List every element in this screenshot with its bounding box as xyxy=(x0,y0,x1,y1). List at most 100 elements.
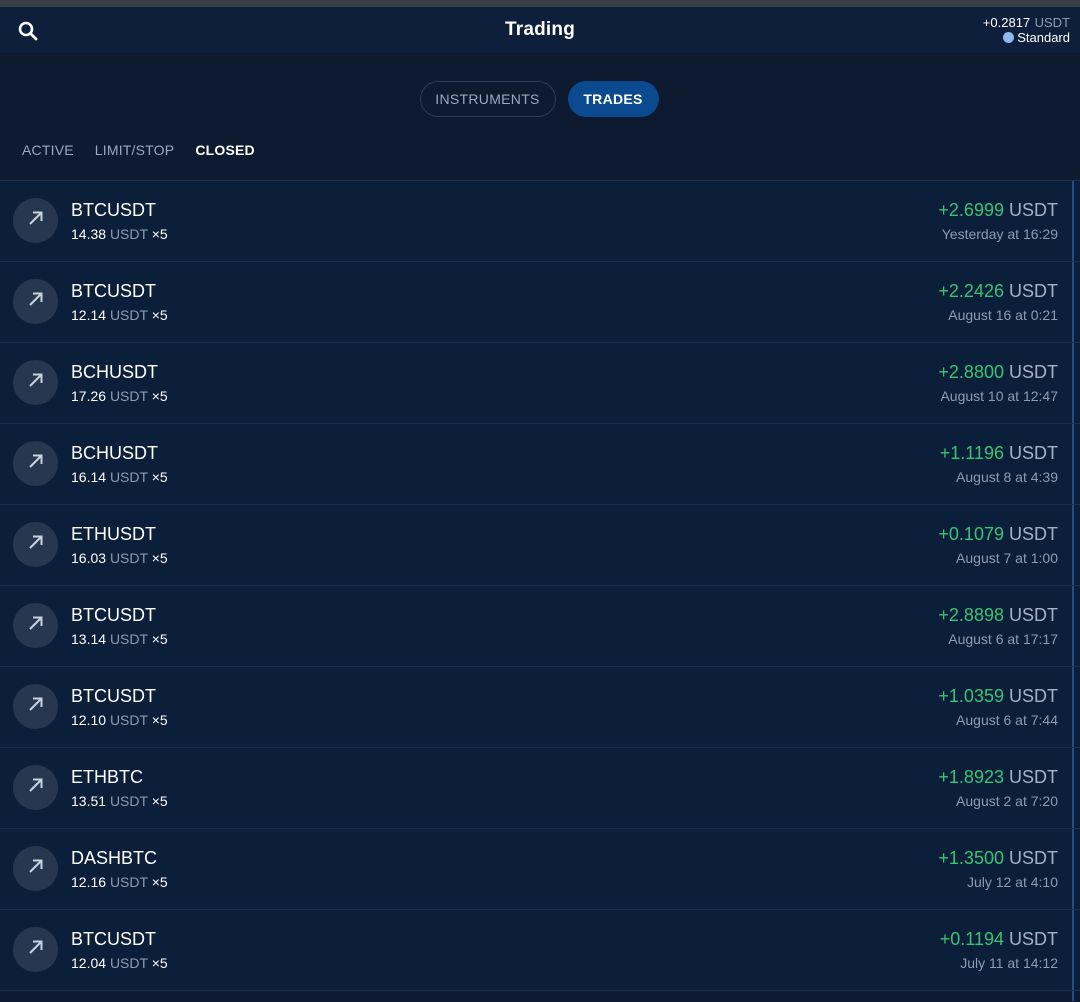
trade-size: 16.14 USDT ×5 xyxy=(71,469,168,485)
trade-size: 14.38 USDT ×5 xyxy=(71,226,168,242)
arrow-up-right-icon xyxy=(26,613,46,638)
trade-leverage: ×5 xyxy=(151,469,168,485)
trade-leverage: ×5 xyxy=(151,712,168,728)
trade-close-time: August 10 at 12:47 xyxy=(940,388,1058,404)
trade-close-time: August 8 at 4:39 xyxy=(956,469,1058,485)
trade-close-time: August 2 at 7:20 xyxy=(956,793,1058,809)
trade-pnl: +2.8800 USDT xyxy=(938,362,1058,383)
trade-size: 12.16 USDT ×5 xyxy=(71,874,168,890)
arrow-up-right-icon xyxy=(26,937,46,962)
trade-amount: 12.14 xyxy=(71,307,107,323)
page-title: Trading xyxy=(504,19,575,40)
trade-direction-badge xyxy=(13,846,58,891)
trade-row[interactable]: BTCUSDT 13.14 USDT ×5 +2.8898 USDT August 6… xyxy=(0,586,1080,667)
trade-amount: 12.16 xyxy=(71,874,107,890)
trade-size: 12.14 USDT ×5 xyxy=(71,307,168,323)
trade-amount: 17.26 xyxy=(71,388,107,404)
trade-pnl: +1.0359 USDT xyxy=(938,686,1058,707)
account-type: Standard xyxy=(1017,30,1070,45)
arrow-up-right-icon xyxy=(26,775,46,800)
arrow-up-right-icon xyxy=(26,208,46,233)
trade-pnl-value: +0.1194 xyxy=(939,929,1004,949)
subtab-active[interactable]: ACTIVE xyxy=(22,142,74,158)
trade-pnl-value: +2.6999 xyxy=(938,200,1004,220)
trade-direction-badge xyxy=(13,684,58,729)
trade-pnl: +2.6999 USDT xyxy=(938,200,1058,221)
trade-row[interactable]: BTCUSDT 12.14 USDT ×5 +2.2426 USDT August 1… xyxy=(0,262,1080,343)
tab-instruments[interactable]: INSTRUMENTS xyxy=(419,81,556,117)
trade-pnl-value: +0.1079 xyxy=(938,524,1004,544)
trade-amount: 16.03 xyxy=(71,550,107,566)
trade-amount-unit: USDT xyxy=(109,955,148,971)
trade-direction-badge xyxy=(13,927,58,972)
trade-symbol: DASHBTC xyxy=(71,848,158,868)
trade-symbol: BTCUSDT xyxy=(71,200,156,220)
trade-row[interactable]: ETHBTC 13.51 USDT ×5 +1.8923 USDT August 2 … xyxy=(0,748,1080,829)
search-icon xyxy=(18,21,38,41)
trade-symbol: ETHBTC xyxy=(71,767,143,787)
trade-size: 13.51 USDT ×5 xyxy=(71,793,168,809)
subtab-closed[interactable]: CLOSED xyxy=(195,142,255,158)
arrow-up-right-icon xyxy=(26,289,46,314)
trade-symbol: ETHUSDT xyxy=(71,524,156,544)
trade-pnl-unit: USDT xyxy=(1009,686,1058,706)
trade-row[interactable]: BCHUSDT 17.26 USDT ×5 +2.8800 USDT August 1… xyxy=(0,343,1080,424)
trade-amount: 13.51 xyxy=(71,793,107,809)
trade-pnl: +1.3500 USDT xyxy=(938,848,1058,869)
trade-symbol: BTCUSDT xyxy=(71,605,156,625)
trade-amount-unit: USDT xyxy=(109,631,148,647)
app-header: Trading +0.2817 USDT Standard xyxy=(0,7,1080,54)
account-balance[interactable]: +0.2817 USDT Standard xyxy=(983,15,1070,45)
trade-pnl-unit: USDT xyxy=(1009,200,1058,220)
arrow-up-right-icon xyxy=(26,856,46,881)
trade-direction-badge xyxy=(13,522,58,567)
trade-leverage: ×5 xyxy=(151,550,168,566)
view-switcher: INSTRUMENTS TRADES xyxy=(0,81,1080,117)
trade-pnl-unit: USDT xyxy=(1009,605,1058,625)
trade-amount-unit: USDT xyxy=(109,550,148,566)
trade-pnl-value: +1.8923 xyxy=(938,767,1004,787)
trade-close-time: August 6 at 7:44 xyxy=(956,712,1058,728)
trade-symbol: BTCUSDT xyxy=(71,281,156,301)
trade-row[interactable]: BCHUSDT 16.14 USDT ×5 +1.1196 USDT August 8… xyxy=(0,424,1080,505)
trade-row[interactable]: ETHUSDT 16.03 USDT ×5 +0.1079 USDT August 7… xyxy=(0,505,1080,586)
arrow-up-right-icon xyxy=(26,370,46,395)
trade-row[interactable]: BTCUSDT 12.04 USDT ×5 +0.1194 USDT July 11 … xyxy=(0,910,1080,991)
trade-leverage: ×5 xyxy=(151,226,168,242)
trade-pnl-value: +2.2426 xyxy=(938,281,1004,301)
trade-pnl-unit: USDT xyxy=(1009,524,1058,544)
trade-amount-unit: USDT xyxy=(109,307,148,323)
trade-amount-unit: USDT xyxy=(109,469,148,485)
trade-leverage: ×5 xyxy=(151,793,168,809)
trade-size: 12.10 USDT ×5 xyxy=(71,712,168,728)
trade-leverage: ×5 xyxy=(151,631,168,647)
trade-size: 17.26 USDT ×5 xyxy=(71,388,168,404)
trade-pnl-unit: USDT xyxy=(1009,281,1058,301)
search-button[interactable] xyxy=(16,19,40,43)
arrow-up-right-icon xyxy=(26,451,46,476)
account-status-dot xyxy=(1003,32,1015,43)
trade-direction-badge xyxy=(13,603,58,648)
trade-amount-unit: USDT xyxy=(109,874,148,890)
trade-amount-unit: USDT xyxy=(109,712,148,728)
balance-value: +0.2817 xyxy=(982,15,1031,30)
trade-amount-unit: USDT xyxy=(109,793,148,809)
tab-trades[interactable]: TRADES xyxy=(567,81,659,117)
trade-amount: 12.10 xyxy=(71,712,107,728)
trade-size: 16.03 USDT ×5 xyxy=(71,550,168,566)
trade-leverage: ×5 xyxy=(151,307,168,323)
trade-pnl-unit: USDT xyxy=(1009,848,1058,868)
trade-symbol: BCHUSDT xyxy=(71,443,159,463)
trade-row[interactable]: BTCUSDT 12.10 USDT ×5 +1.0359 USDT August 6… xyxy=(0,667,1080,748)
subtab-limit-stop[interactable]: LIMIT/STOP xyxy=(95,142,175,158)
trade-symbol: BTCUSDT xyxy=(71,929,156,949)
trade-direction-badge xyxy=(13,198,58,243)
trade-close-time: August 6 at 17:17 xyxy=(948,631,1058,647)
trade-pnl-unit: USDT xyxy=(1009,443,1058,463)
trade-row[interactable]: DASHBTC 12.16 USDT ×5 +1.3500 USDT July 12 … xyxy=(0,829,1080,910)
trade-close-time: Yesterday at 16:29 xyxy=(941,226,1058,242)
trade-row[interactable]: BTCUSDT 14.38 USDT ×5 +2.6999 USDT Yesterda… xyxy=(0,181,1080,262)
trade-pnl-unit: USDT xyxy=(1009,362,1058,382)
trade-amount-unit: USDT xyxy=(109,388,148,404)
trade-direction-badge xyxy=(13,279,58,324)
